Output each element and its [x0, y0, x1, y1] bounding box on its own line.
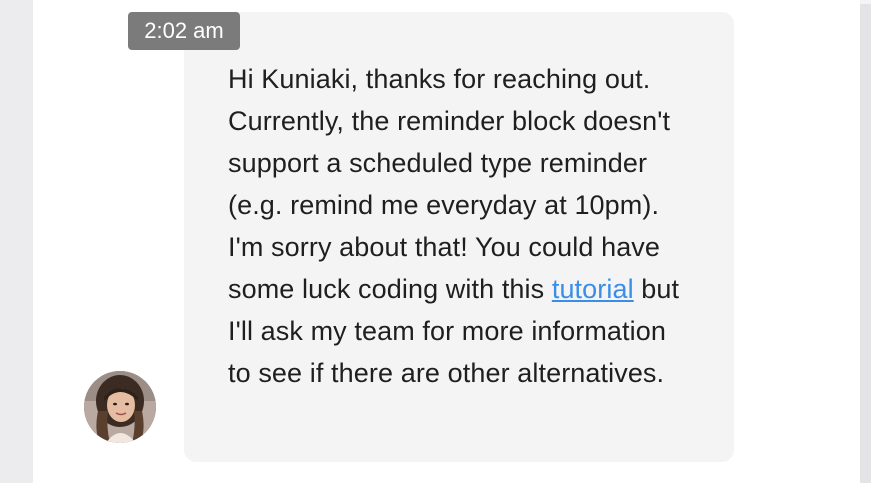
- message-text: Hi Kuniaki, thanks for reaching out. Cur…: [228, 58, 694, 394]
- tutorial-link[interactable]: tutorial: [552, 274, 634, 304]
- message-text-before-link: Hi Kuniaki, thanks for reaching out. Cur…: [228, 64, 671, 304]
- message-timestamp: 2:02 am: [128, 12, 240, 50]
- avatar-photo: [84, 371, 156, 443]
- scrollbar[interactable]: [860, 0, 871, 483]
- agent-avatar: [84, 371, 156, 443]
- message-bubble: Hi Kuniaki, thanks for reaching out. Cur…: [184, 12, 734, 462]
